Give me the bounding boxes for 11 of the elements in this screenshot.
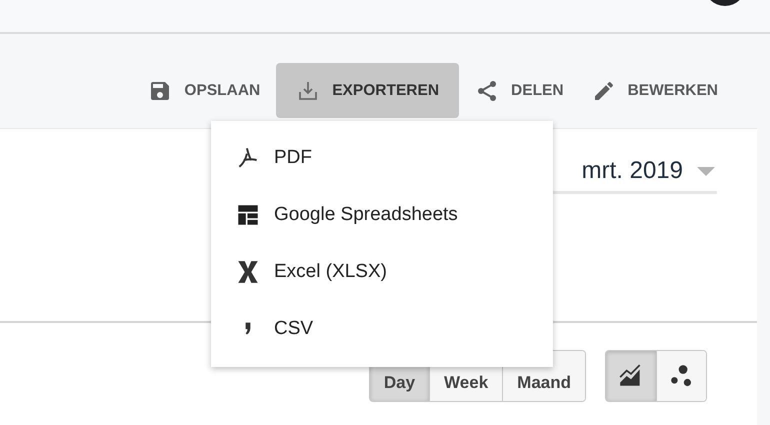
caret-icon	[697, 166, 715, 176]
chart-type-button[interactable]	[606, 351, 656, 401]
toolbar-button[interactable]: DELEN	[463, 63, 576, 118]
menu-item[interactable]: PDF	[211, 129, 553, 186]
toolbar-button[interactable]: EXPORTEREN	[276, 63, 460, 118]
menu-item[interactable]: Excel (XLSX)	[211, 243, 553, 300]
toolbar-button[interactable]: BEWERKEN	[580, 63, 730, 118]
toolbar-button[interactable]: OPSLAAN	[136, 63, 272, 118]
menu-item[interactable]: Google Spreadsheets	[211, 186, 553, 243]
comma-icon	[245, 322, 251, 335]
chart-type-button[interactable]	[656, 351, 706, 401]
